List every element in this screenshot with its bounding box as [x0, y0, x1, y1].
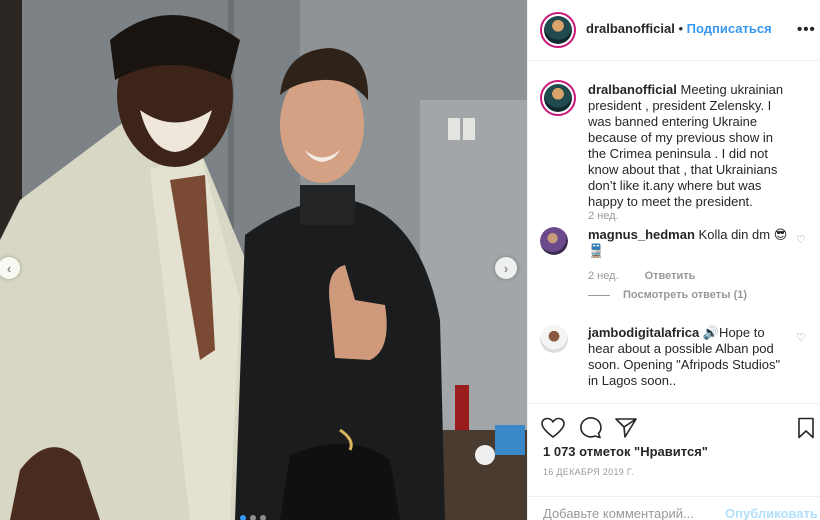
- likes-count[interactable]: 1 073 отметок "Нравится": [543, 444, 708, 459]
- photo-illustration: [0, 0, 527, 520]
- comment-like-heart-icon[interactable]: ♡: [796, 233, 806, 246]
- post-comment-button[interactable]: Опубликовать: [725, 506, 818, 520]
- chevron-left-icon: ‹: [6, 260, 12, 276]
- caption-avatar[interactable]: [540, 80, 576, 116]
- comment-time[interactable]: 2 нед.: [588, 270, 619, 282]
- carousel-dot: [260, 515, 266, 520]
- caption-time[interactable]: 2 нед.: [588, 210, 619, 222]
- caption-text-block: dralbanofficial Meeting ukrainian presid…: [588, 82, 793, 210]
- comment-text-block: jambodigitalafrica 🔊Hope to hear about a…: [588, 325, 793, 389]
- caption-username[interactable]: dralbanofficial: [588, 82, 677, 97]
- share-icon[interactable]: [613, 416, 639, 440]
- separator-dot: •: [674, 21, 687, 36]
- post-side-panel: dralbanofficial • Подписаться ••• dralba…: [527, 0, 820, 520]
- more-icon[interactable]: •••: [797, 21, 816, 38]
- author-avatar[interactable]: [540, 12, 576, 48]
- reply-button[interactable]: Ответить: [645, 270, 696, 282]
- comment-input[interactable]: Добавьте комментарий...: [543, 506, 694, 520]
- caption-text: Meeting ukrainian president , president …: [588, 82, 784, 209]
- carousel-dots: [240, 515, 266, 520]
- next-photo-button[interactable]: ›: [495, 257, 517, 279]
- carousel-dot: [250, 515, 256, 520]
- comment-username[interactable]: magnus_hedman: [588, 227, 695, 242]
- bookmark-icon[interactable]: [793, 416, 819, 440]
- commenter-avatar[interactable]: [540, 227, 568, 255]
- view-replies-button[interactable]: Посмотреть ответы (1): [588, 289, 747, 301]
- carousel-dot: [240, 515, 246, 520]
- view-replies-label: Посмотреть ответы (1): [623, 289, 748, 301]
- replies-divider: [588, 294, 610, 296]
- header-line: dralbanofficial • Подписаться: [586, 21, 772, 36]
- chevron-right-icon: ›: [503, 260, 509, 276]
- comment-meta: 2 нед. Ответить: [588, 270, 695, 282]
- comment-username[interactable]: jambodigitalafrica: [588, 325, 699, 340]
- add-comment-bar: Добавьте комментарий... Опубликовать: [528, 496, 820, 520]
- author-username[interactable]: dralbanofficial: [586, 21, 675, 36]
- heart-icon[interactable]: [540, 416, 566, 440]
- follow-button[interactable]: Подписаться: [687, 21, 772, 36]
- comment-icon[interactable]: [577, 416, 603, 440]
- instagram-post-modal: ‹ › dralbanofficial • Подписаться ••• dr…: [0, 0, 820, 520]
- post-date[interactable]: 16 ДЕКАБРЯ 2019 Г.: [543, 467, 634, 477]
- comment-text-block: magnus_hedman Kolla din dm 😎🚆: [588, 227, 793, 259]
- comments-list[interactable]: dralbanofficial Meeting ukrainian presid…: [528, 62, 820, 403]
- post-photo[interactable]: ‹ ›: [0, 0, 527, 520]
- commenter-avatar[interactable]: [540, 325, 568, 353]
- comment-like-heart-icon[interactable]: ♡: [796, 331, 806, 344]
- post-actions: 1 073 отметок "Нравится" 16 ДЕКАБРЯ 2019…: [528, 403, 820, 520]
- post-header: dralbanofficial • Подписаться •••: [528, 0, 820, 61]
